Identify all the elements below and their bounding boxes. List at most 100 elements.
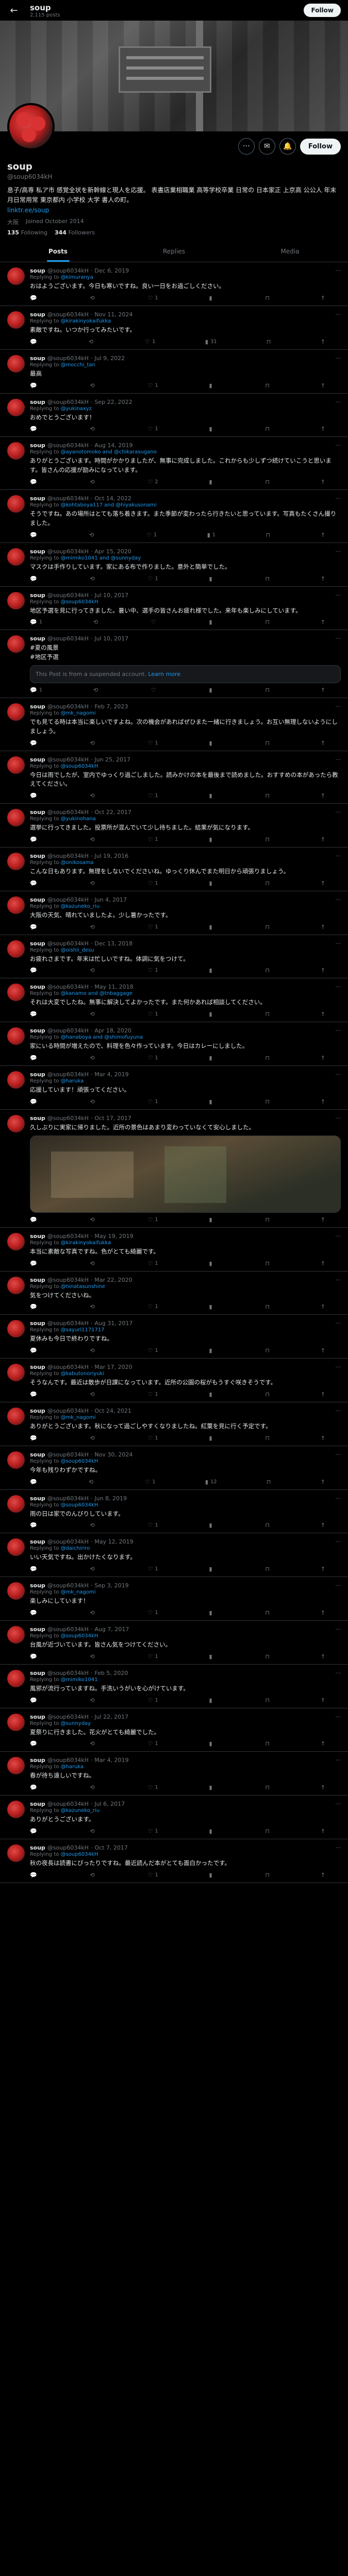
views-action[interactable]: ▮ 31 [205, 338, 217, 345]
reply-to-handle[interactable]: @kanamo and @tnbaggage [61, 991, 132, 996]
tab-posts[interactable]: Posts [0, 241, 116, 262]
tweet[interactable]: soup @soup6034kH · Mar 17, 2020 ··· Replying … [0, 1359, 348, 1402]
like-action[interactable]: ♡ 1 [147, 1347, 158, 1354]
tweet-avatar[interactable] [7, 756, 25, 774]
retweet-action[interactable]: ⟲ [93, 619, 100, 625]
reply-action[interactable]: 💬 [30, 1566, 39, 1572]
views-action[interactable]: ▮ [209, 1303, 214, 1310]
message-icon[interactable]: ✉ [258, 138, 275, 155]
tweet[interactable]: soup @soup6034kH · Feb 5, 2020 ··· Replying t… [0, 1665, 348, 1708]
share-action[interactable]: ↑ [321, 1435, 325, 1442]
tweet-author-handle[interactable]: @soup6034kH [47, 940, 89, 947]
tweet[interactable]: soup @soup6034kH · Nov 30, 2024 ··· Replying … [0, 1446, 348, 1490]
tweet[interactable]: soup @soup6034kH · Oct 14, 2022 ··· Replying … [0, 490, 348, 543]
share-action[interactable]: ↑ [321, 1303, 325, 1310]
retweet-action[interactable]: ⟲ [90, 1260, 96, 1267]
views-action[interactable]: ▮ [209, 1697, 214, 1704]
retweet-action[interactable]: ⟲ [90, 792, 96, 799]
tweet-avatar[interactable] [7, 1027, 25, 1045]
bookmark-action[interactable]: ⊓ [266, 532, 271, 538]
bookmark-action[interactable]: ⊓ [265, 295, 270, 301]
reply-action[interactable]: 💬 [30, 426, 39, 432]
tweet[interactable]: soup @soup6034kH · Oct 17, 2017 ··· 久しぶりに実家に帰… [0, 1110, 348, 1228]
tweet-date[interactable]: May 12, 2019 [94, 1538, 133, 1545]
tweet-more-icon[interactable]: ··· [336, 635, 341, 642]
tweet-avatar[interactable] [7, 1232, 25, 1250]
share-action[interactable]: ↑ [321, 880, 325, 887]
like-action[interactable]: ♡ 1 [147, 1740, 158, 1747]
tweet-date[interactable]: Aug 14, 2019 [94, 442, 132, 449]
tweet-more-icon[interactable]: ··· [336, 592, 341, 599]
tweet-more-icon[interactable]: ··· [336, 756, 341, 763]
reply-to-handle[interactable]: @soup6034kH [61, 1852, 98, 1857]
tweet[interactable]: soup @soup6034kH · Aug 31, 2017 ··· Replying … [0, 1315, 348, 1359]
tweet-avatar[interactable] [7, 1801, 25, 1819]
views-action[interactable]: ▮ [209, 1347, 214, 1354]
tweet-author-name[interactable]: soup [30, 1320, 45, 1327]
bookmark-action[interactable]: ⊓ [267, 338, 271, 345]
retweet-action[interactable]: ⟲ [90, 1098, 96, 1105]
retweet-action[interactable]: ⟲ [90, 426, 96, 432]
reply-action[interactable]: 💬 [30, 1303, 39, 1310]
tweet-author-handle[interactable]: @soup6034kH [47, 1538, 89, 1545]
tweet-author-name[interactable]: soup [30, 1451, 45, 1458]
tweet-author-name[interactable]: soup [30, 1027, 45, 1034]
views-action[interactable]: ▮ 1 [207, 532, 216, 538]
tweet-more-icon[interactable]: ··· [336, 1451, 341, 1458]
tweet-more-icon[interactable]: ··· [336, 1408, 341, 1414]
tweet[interactable]: soup @soup6034kH · Feb 7, 2023 ··· Replying t… [0, 698, 348, 751]
profile-avatar[interactable] [7, 103, 55, 150]
like-action[interactable]: ♡ 1 [145, 338, 155, 345]
bookmark-action[interactable]: ⊓ [265, 1260, 270, 1267]
tweet-more-icon[interactable]: ··· [336, 1538, 341, 1545]
reply-action[interactable]: 💬 [30, 382, 39, 389]
tweet-author-handle[interactable]: @soup6034kH [47, 1320, 89, 1327]
like-action[interactable]: ♡ 1 [147, 575, 158, 582]
following-stat[interactable]: 135 Following [7, 229, 47, 236]
reply-action[interactable]: 💬 [30, 1653, 39, 1660]
reply-action[interactable]: 💬 [30, 1522, 39, 1529]
retweet-action[interactable]: ⟲ [90, 1303, 96, 1310]
reply-to-handle[interactable]: @kohtaboya117 and @hiyakusonami [61, 502, 157, 508]
views-action[interactable]: ▮ [209, 740, 214, 747]
tweet-date[interactable]: Apr 15, 2020 [94, 548, 131, 555]
share-action[interactable]: ↑ [321, 1740, 325, 1747]
share-action[interactable]: ↑ [321, 1828, 325, 1835]
share-action[interactable]: ↑ [321, 1653, 325, 1660]
views-action[interactable]: ▮ [209, 1740, 214, 1747]
bookmark-action[interactable]: ⊓ [265, 1347, 270, 1354]
retweet-action[interactable]: ⟲ [90, 1697, 96, 1704]
retweet-action[interactable]: ⟲ [90, 1653, 96, 1660]
tweet-date[interactable]: Jun 8, 2019 [94, 1495, 127, 1502]
bookmark-action[interactable]: ⊓ [265, 1216, 270, 1223]
reply-to-handle[interactable]: @ayanotomoko and @chikarasugano [61, 449, 157, 455]
retweet-action[interactable]: ⟲ [90, 1391, 96, 1398]
tweet-avatar[interactable] [7, 1844, 25, 1862]
share-action[interactable]: ↑ [321, 295, 325, 301]
like-action[interactable]: ♡ 1 [147, 1653, 158, 1660]
tweet-more-icon[interactable]: ··· [336, 1233, 341, 1240]
like-action[interactable]: ♡ 1 [147, 1260, 158, 1267]
reply-action[interactable]: 💬 [30, 1098, 39, 1105]
reply-to-handle[interactable]: @mimiko1041 [61, 1677, 98, 1683]
like-action[interactable]: ♡ 1 [147, 880, 158, 887]
views-action[interactable]: ▮ [209, 1391, 214, 1398]
tweet[interactable]: soup @soup6034kH · Oct 7, 2017 ··· Replying t… [0, 1839, 348, 1883]
share-action[interactable]: ↑ [321, 426, 325, 432]
tweet-more-icon[interactable]: ··· [336, 1757, 341, 1764]
share-action[interactable]: ↑ [321, 1347, 325, 1354]
tweet-author-name[interactable]: soup [30, 853, 45, 859]
views-action[interactable]: ▮ [209, 1653, 214, 1660]
tweet-date[interactable]: Jun 25, 2017 [94, 756, 130, 763]
tweet-author-handle[interactable]: @soup6034kH [47, 756, 89, 763]
bookmark-action[interactable]: ⊓ [265, 1784, 270, 1791]
tweet-author-handle[interactable]: @soup6034kH [47, 1495, 89, 1502]
share-action[interactable]: ↑ [321, 1609, 325, 1616]
like-action[interactable]: ♡ 1 [147, 1697, 158, 1704]
reply-action[interactable]: 💬 [30, 1828, 39, 1835]
tweet-author-handle[interactable]: @soup6034kH [47, 1233, 89, 1240]
retweet-action[interactable]: ⟲ [90, 1828, 96, 1835]
views-action[interactable]: ▮ [209, 1435, 214, 1442]
reply-to-handle[interactable]: @haruka [61, 1764, 84, 1770]
tweet-avatar[interactable] [7, 1320, 25, 1338]
